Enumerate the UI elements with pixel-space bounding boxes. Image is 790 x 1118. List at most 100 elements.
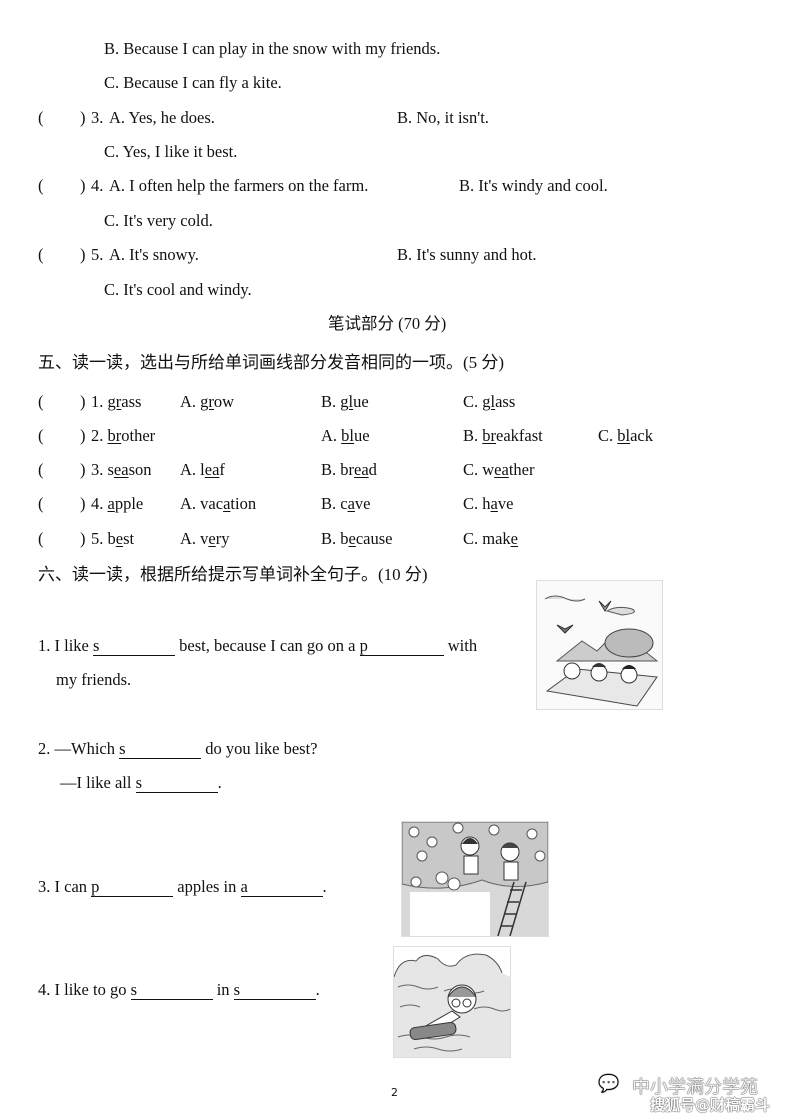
section5-title: 五、读一读，选出与所给单词画线部分发音相同的一项。(5 分): [38, 353, 505, 372]
option-c: C. It's cool and windy.: [104, 280, 252, 299]
answer-bracket-close: ): [80, 426, 86, 445]
word-part: B. b: [321, 529, 349, 548]
fill-blank[interactable]: p: [359, 636, 444, 656]
question-number: 5.: [91, 245, 104, 264]
apple-picking-illustration: [401, 821, 549, 937]
hint-letter: s: [119, 739, 126, 758]
word-part: A.: [321, 426, 342, 445]
option-b: B. It's sunny and hot.: [397, 245, 537, 264]
page-number: 2: [391, 1086, 398, 1099]
word-part: b: [107, 529, 116, 548]
item-number: 1.: [91, 392, 104, 411]
word-part: ass: [495, 392, 516, 411]
question-number: 3.: [91, 108, 104, 127]
hint-letter: p: [359, 636, 368, 655]
sentence-text: .: [322, 877, 327, 896]
fill-blank[interactable]: p: [91, 877, 174, 897]
option-b: B. cave: [321, 494, 371, 514]
answer-bracket-close: ): [80, 460, 86, 479]
underlined-letters: br: [482, 426, 497, 445]
hint-letter: s: [130, 980, 137, 999]
word-part: pple: [114, 494, 144, 513]
answer-bracket-open[interactable]: (: [38, 176, 44, 196]
item-number: 2.: [91, 426, 104, 445]
word-part: B.: [321, 392, 341, 411]
answer-bracket-close: ): [80, 176, 86, 195]
fill-blank[interactable]: s: [93, 637, 175, 656]
target-word: 1. grass: [91, 392, 141, 412]
fill-blank[interactable]: s: [233, 980, 316, 1000]
fill-blank[interactable]: s: [130, 980, 213, 1000]
option-a: A. It's snowy.: [109, 245, 199, 264]
target-word: 4. apple: [91, 494, 143, 514]
word-part: ue: [354, 426, 370, 445]
answer-bracket-open[interactable]: (: [38, 108, 44, 128]
swimming-illustration: [393, 946, 511, 1058]
word-part: C. h: [463, 494, 491, 513]
option-c: C. weather: [463, 460, 534, 480]
word-part: eakfast: [496, 426, 543, 445]
word-part: C.: [463, 392, 483, 411]
word-part: C. mak: [463, 529, 511, 548]
sentence-text: with: [443, 636, 478, 655]
word-part: ve: [497, 494, 514, 513]
option-c: C. Yes, I like it best.: [104, 142, 238, 161]
hint-letter: s: [135, 773, 143, 792]
underlined-letters: e: [115, 529, 124, 548]
option-b: B. bread: [321, 460, 377, 480]
sentence-text: apples in: [173, 877, 241, 896]
underlined-letters: e: [510, 529, 518, 548]
written-section-header: 笔试部分 (70 分): [328, 314, 447, 333]
underlined-letters: a: [347, 494, 355, 513]
fill-blank[interactable]: a: [240, 877, 323, 897]
word-part: st: [123, 529, 135, 548]
fill-blank[interactable]: s: [119, 739, 202, 759]
option-a: A. blue: [321, 426, 370, 446]
hint-letter: p: [91, 877, 100, 896]
word-part: cause: [355, 529, 393, 548]
item-number: 5.: [91, 529, 104, 548]
option-a: A. vacation: [180, 494, 256, 514]
option-b: B. breakfast: [463, 426, 543, 446]
underlined-letters: ea: [354, 460, 369, 479]
word-part: ue: [353, 392, 369, 411]
answer-bracket-open[interactable]: (: [38, 494, 44, 514]
answer-bracket-open[interactable]: (: [38, 529, 44, 549]
word-part: B. c: [321, 494, 348, 513]
sentence-text: do you like best?: [201, 739, 318, 758]
hint-letter: a: [240, 877, 248, 896]
question-number: 4.: [91, 176, 104, 195]
hint-letter: s: [233, 980, 241, 999]
word-part: son: [128, 460, 152, 479]
answer-bracket-open[interactable]: (: [38, 392, 44, 412]
answer-bracket-open[interactable]: (: [38, 245, 44, 265]
underlined-letters: bl: [617, 426, 631, 445]
word-part: other: [121, 426, 156, 445]
wechat-icon: 💬: [598, 1074, 620, 1094]
answer-bracket-open[interactable]: (: [38, 426, 44, 446]
watermark-line2: 搜狐号@财稿霸斗: [650, 1096, 771, 1114]
word-part: ry: [215, 529, 230, 548]
word-part: ass: [121, 392, 142, 411]
option-b: B. glue: [321, 392, 369, 412]
option-b: B. No, it isn't.: [397, 108, 489, 127]
answer-bracket-close: ): [80, 392, 86, 411]
answer-bracket-close: ): [80, 529, 86, 548]
option-c: C. make: [463, 529, 518, 549]
underlined-letters: ea: [494, 460, 509, 479]
answer-bracket-close: ): [80, 494, 86, 513]
underlined-letters: a: [107, 494, 115, 513]
sentence-text: 4. I like to go: [38, 980, 131, 999]
fill-blank[interactable]: s: [135, 773, 218, 793]
sentence-text: in: [212, 980, 234, 999]
hint-letter: s: [93, 636, 100, 655]
sentence-text: 3. I can: [38, 877, 92, 896]
sentence-text: 1. I like: [38, 636, 93, 655]
sentence-text: .: [217, 773, 222, 792]
underlined-letters: a: [490, 494, 498, 513]
underlined-letters: ea: [113, 460, 129, 479]
picnic-illustration: [536, 580, 663, 710]
sentence-text: best, because I can go on a: [175, 636, 360, 655]
underlined-letters: gl: [482, 392, 496, 411]
answer-bracket-open[interactable]: (: [38, 460, 44, 480]
